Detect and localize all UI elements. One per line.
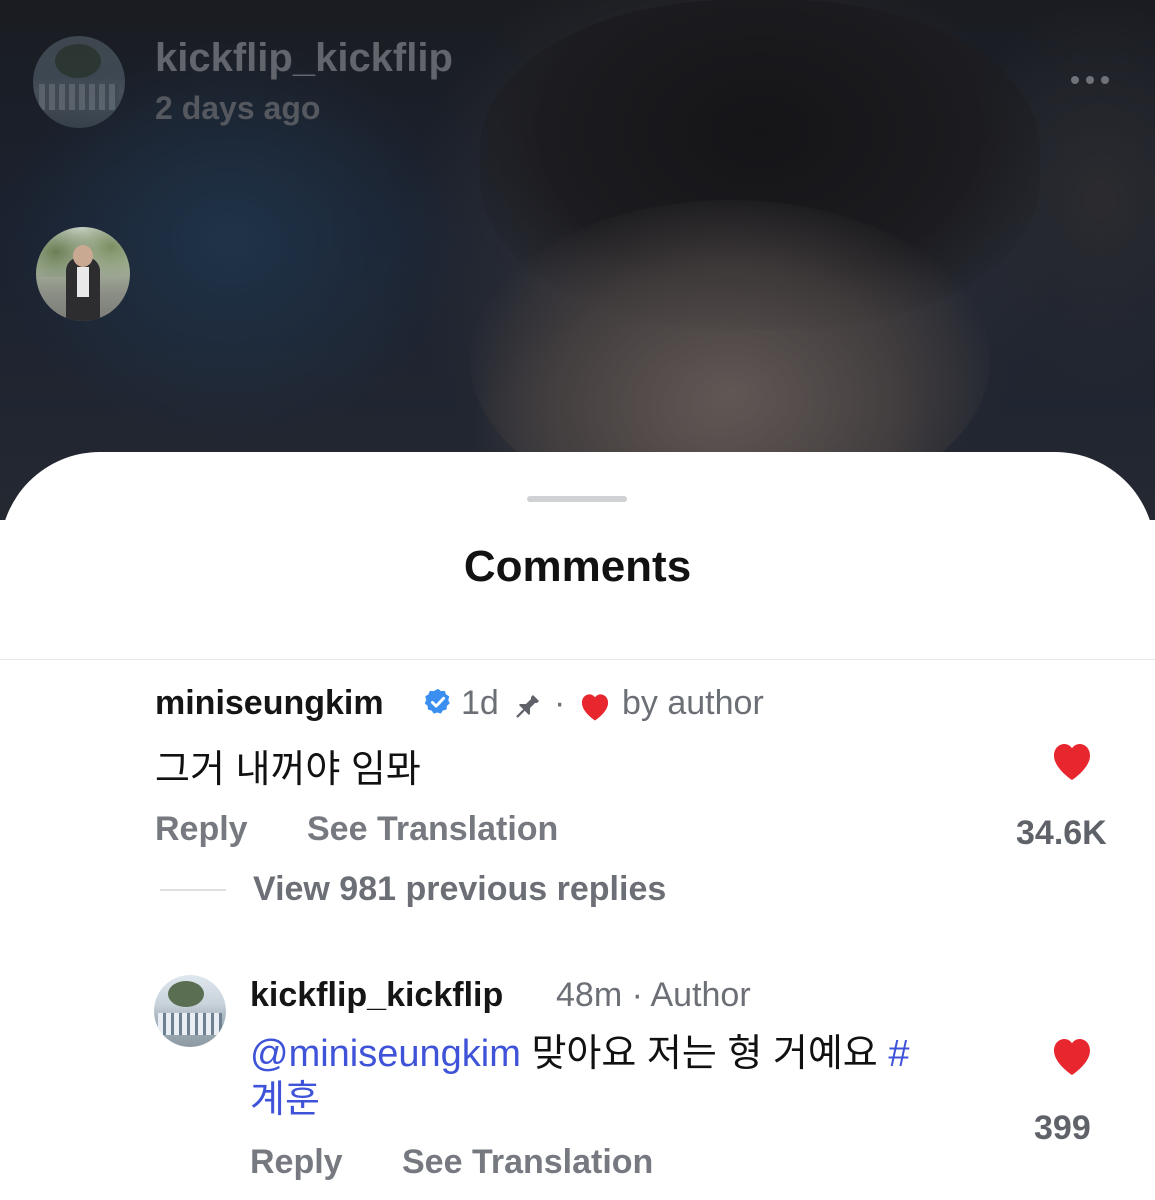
see-translation-button[interactable]: See Translation — [402, 1143, 653, 1182]
view-previous-replies-button[interactable]: View 981 previous replies — [253, 870, 666, 909]
ellipsis-icon — [1071, 76, 1079, 84]
post-author-username[interactable]: kickflip_kickflip — [155, 36, 453, 81]
meta-separator: · — [554, 684, 566, 722]
reply-like-count: 399 — [1034, 1109, 1091, 1147]
reply-button[interactable]: Reply — [250, 1143, 343, 1182]
liked-by-author-label: by author — [622, 684, 764, 722]
like-heart-icon[interactable] — [1047, 1033, 1097, 1077]
avatar-crowd — [39, 84, 119, 110]
post-author-avatar[interactable] — [33, 36, 125, 128]
commenter-username[interactable]: miniseungkim — [155, 684, 384, 723]
sheet-grabber-handle[interactable] — [527, 496, 627, 502]
post-timestamp: 2 days ago — [155, 90, 321, 126]
commenter-avatar[interactable] — [36, 227, 130, 321]
header-divider — [0, 659, 1155, 660]
author-liked-heart-icon — [581, 694, 609, 721]
comment-like-count: 34.6K — [1016, 814, 1107, 852]
reply-author-avatar[interactable] — [154, 975, 226, 1047]
reply-username[interactable]: kickflip_kickflip — [250, 976, 503, 1015]
comment-text: 그거 내꺼야 임뫄 — [155, 749, 421, 791]
avatar-tree — [168, 981, 204, 1007]
pin-icon — [516, 694, 540, 718]
thread-line — [160, 889, 226, 891]
mention-link[interactable]: @miniseungkim — [250, 1033, 521, 1075]
avatar-shirt — [77, 267, 89, 297]
hashtag-link-symbol[interactable]: # — [888, 1033, 909, 1075]
post-header: kickflip_kickflip 2 days ago — [0, 0, 1155, 160]
avatar-crowd — [158, 1013, 222, 1035]
comments-title: Comments — [463, 542, 692, 591]
verified-badge-icon — [424, 688, 450, 714]
ellipsis-icon — [1101, 76, 1109, 84]
comment-time: 1d — [461, 684, 499, 722]
see-translation-button[interactable]: See Translation — [307, 810, 558, 849]
reply-text: @miniseungkim 맞아요 저는 형 거예요 # 계훈 — [250, 1031, 990, 1123]
avatar-tree — [55, 44, 101, 78]
like-heart-icon[interactable] — [1047, 738, 1097, 782]
hashtag-link[interactable]: 계훈 — [250, 1079, 320, 1121]
reply-body-text: 맞아요 저는 형 거예요 — [520, 1033, 889, 1075]
avatar-head — [73, 245, 93, 267]
reply-button[interactable]: Reply — [155, 810, 248, 849]
ellipsis-icon — [1086, 76, 1094, 84]
more-options-button[interactable] — [1062, 60, 1118, 100]
reply-meta: 48m · Author — [556, 976, 751, 1014]
